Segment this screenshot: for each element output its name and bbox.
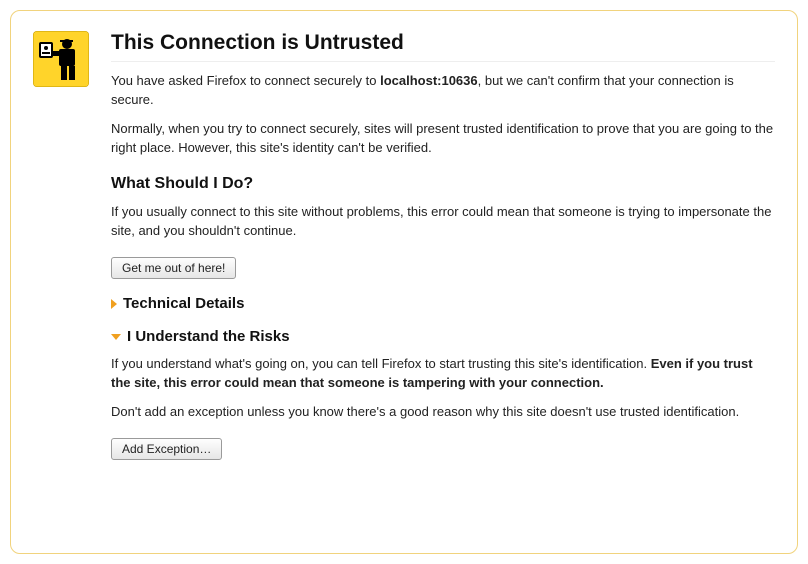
technical-details-heading: Technical Details bbox=[123, 295, 244, 312]
intro-host: localhost:10636 bbox=[380, 73, 478, 88]
risks-paragraph-2: Don't add an exception unless you know t… bbox=[111, 403, 775, 422]
risks-prefix: If you understand what's going on, you c… bbox=[111, 356, 651, 371]
untrusted-connection-panel: This Connection is Untrusted You have as… bbox=[10, 10, 798, 554]
chevron-right-icon bbox=[111, 299, 117, 309]
add-exception-button[interactable]: Add Exception… bbox=[111, 438, 222, 460]
page-title: This Connection is Untrusted bbox=[111, 31, 775, 62]
get-me-out-button[interactable]: Get me out of here! bbox=[111, 257, 236, 279]
guard-warning-icon bbox=[33, 31, 89, 87]
what-should-i-do-heading: What Should I Do? bbox=[111, 175, 775, 193]
intro-prefix: You have asked Firefox to connect secure… bbox=[111, 73, 380, 88]
chevron-down-icon bbox=[111, 334, 121, 340]
normally-paragraph: Normally, when you try to connect secure… bbox=[111, 120, 775, 158]
intro-paragraph: You have asked Firefox to connect secure… bbox=[111, 72, 775, 110]
risks-paragraph-1: If you understand what's going on, you c… bbox=[111, 355, 775, 393]
understand-risks-heading: I Understand the Risks bbox=[127, 328, 290, 345]
understand-risks-toggle[interactable]: I Understand the Risks bbox=[111, 328, 775, 345]
what-should-i-do-body: If you usually connect to this site with… bbox=[111, 203, 775, 241]
icon-column bbox=[33, 31, 93, 87]
technical-details-toggle[interactable]: Technical Details bbox=[111, 295, 775, 312]
